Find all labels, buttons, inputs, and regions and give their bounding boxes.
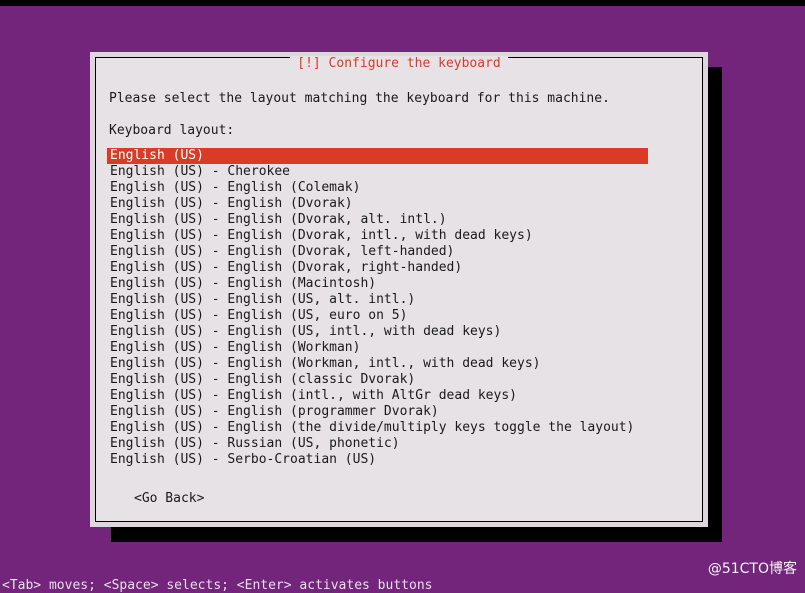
list-item[interactable]: English (US) - English (classic Dvorak) — [107, 372, 698, 388]
list-item[interactable]: English (US) - English (Dvorak) — [107, 196, 698, 212]
list-item[interactable]: English (US) - English (Workman) — [107, 340, 698, 356]
list-item[interactable]: English (US) - English (Dvorak, intl., w… — [107, 228, 698, 244]
list-item[interactable]: English (US) - English (intl., with AltG… — [107, 388, 698, 404]
list-item[interactable]: English (US) - English (Dvorak, right-ha… — [107, 260, 698, 276]
list-item[interactable]: English (US) — [107, 148, 648, 164]
dialog-titlebar: [!] Configure the keyboard — [96, 52, 702, 71]
list-item[interactable]: English (US) - English (US, euro on 5) — [107, 308, 698, 324]
statusbar: <Tab> moves; <Space> selects; <Enter> ac… — [0, 577, 805, 593]
configure-keyboard-dialog: [!] Configure the keyboard Please select… — [90, 52, 708, 527]
dialog-title: [!] Configure the keyboard — [290, 56, 508, 71]
statusbar-help-text: <Tab> moves; <Space> selects; <Enter> ac… — [2, 578, 433, 593]
list-item[interactable]: English (US) - Russian (US, phonetic) — [107, 436, 698, 452]
list-item[interactable]: English (US) - English (Dvorak, left-han… — [107, 244, 698, 260]
go-back-button[interactable]: <Go Back> — [134, 491, 204, 507]
list-item[interactable]: English (US) - English (Dvorak, alt. int… — [107, 212, 698, 228]
keyboard-layout-list[interactable]: English (US) English (US) - Cherokee Engli… — [107, 148, 698, 468]
dialog-prompt-text: Please select the layout matching the ke… — [109, 91, 610, 106]
list-item[interactable]: English (US) - English (the divide/multi… — [107, 420, 698, 436]
list-item[interactable]: English (US) - English (US, intl., with … — [107, 324, 698, 340]
list-item[interactable]: English (US) - English (Workman, intl., … — [107, 356, 698, 372]
list-item[interactable]: English (US) - English (Colemak) — [107, 180, 698, 196]
list-item[interactable]: English (US) - English (Macintosh) — [107, 276, 698, 292]
keyboard-layout-label: Keyboard layout: — [109, 123, 235, 138]
watermark: @51CTO博客 — [707, 561, 797, 577]
list-item[interactable]: English (US) - English (US, alt. intl.) — [107, 292, 698, 308]
dialog-content-area: [!] Configure the keyboard Please select… — [95, 56, 703, 522]
list-item[interactable]: English (US) - English (programmer Dvora… — [107, 404, 698, 420]
list-item[interactable]: English (US) - Serbo-Croatian (US) — [107, 452, 698, 468]
list-item[interactable]: English (US) - Cherokee — [107, 164, 698, 180]
